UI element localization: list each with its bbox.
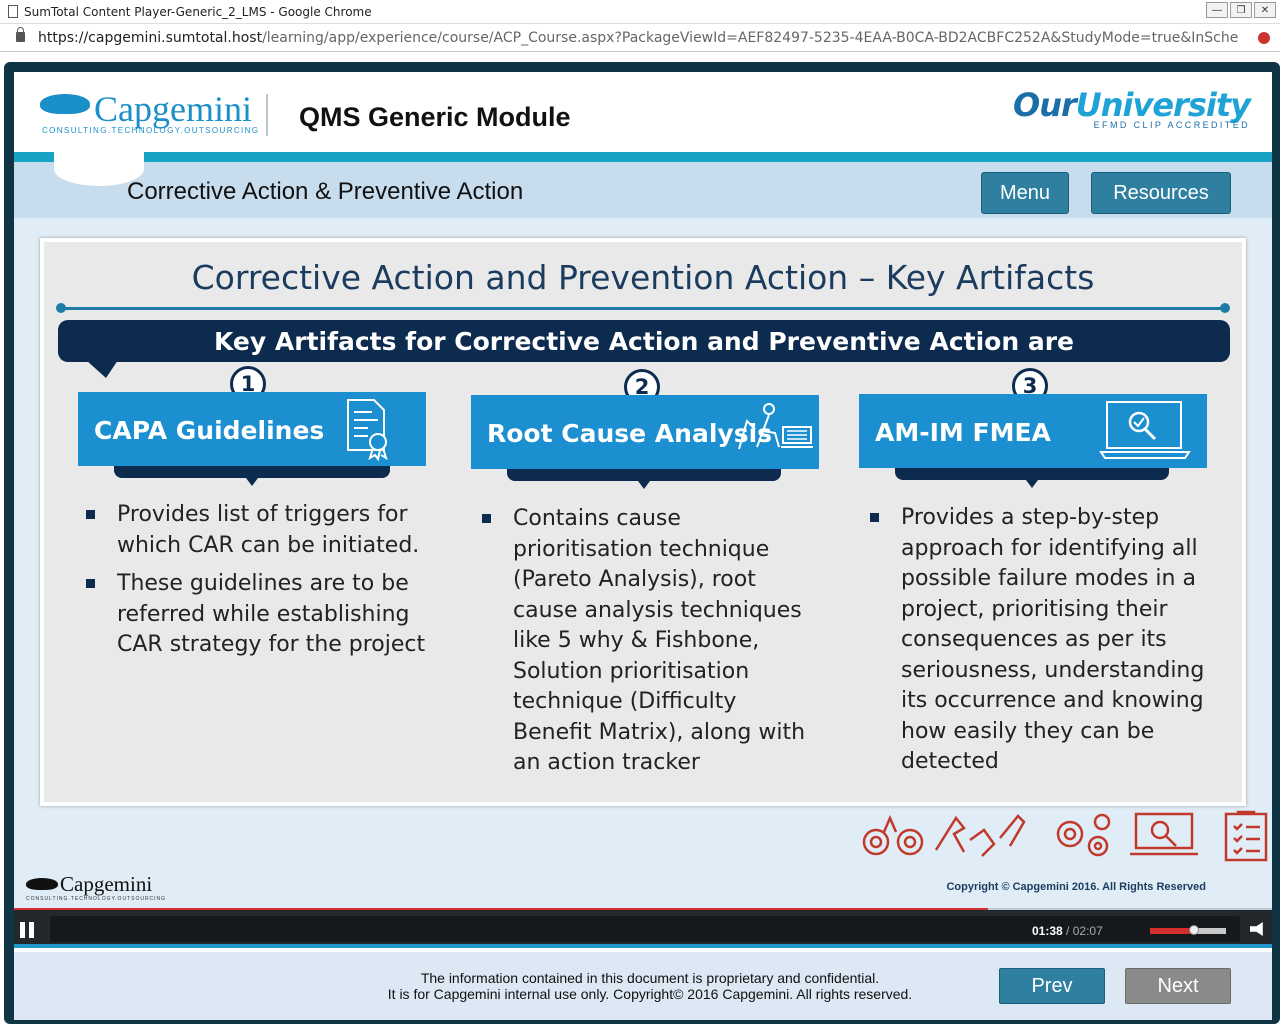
brand-name: Capgemini	[94, 89, 252, 129]
root-cause-analysis-bullets: Contains cause prioritisation technique …	[482, 504, 812, 787]
bullet-item: Provides list of triggers for which CAR …	[86, 500, 426, 561]
logo-word-university: University	[1075, 86, 1251, 124]
media-controls: 01:38 / 02:07	[14, 910, 1272, 948]
window-title: SumTotal Content Player-Generic_2_LMS - …	[24, 5, 372, 19]
extension-icon[interactable]	[1258, 32, 1270, 44]
lock-icon	[16, 27, 25, 42]
section-title: Corrective Action & Preventive Action	[127, 178, 524, 205]
certificate-document-icon	[346, 398, 394, 468]
bullet-item: These guidelines are to be referred whil…	[86, 569, 426, 661]
volume-icon[interactable]	[1250, 922, 1263, 936]
content-player: Capgemini CONSULTING.TECHNOLOGY.OUTSOURC…	[14, 72, 1272, 1020]
capa-guidelines-bullets: Provides list of triggers for which CAR …	[86, 500, 426, 669]
player-header: Capgemini CONSULTING.TECHNOLOGY.OUTSOURC…	[14, 72, 1272, 152]
slide-panel: Corrective Action and Prevention Action …	[40, 238, 1246, 806]
restore-button[interactable]: ❐	[1230, 2, 1252, 18]
url-text[interactable]: https://capgemini.sumtotal.host/learning…	[38, 30, 1238, 46]
volume-fill	[1150, 928, 1195, 934]
slide-title: Corrective Action and Prevention Action …	[191, 258, 1095, 297]
card-underline	[895, 468, 1169, 488]
prev-button[interactable]: Prev	[999, 968, 1105, 1004]
card-underline	[507, 469, 781, 489]
footer-brand-tagline: CONSULTING.TECHNOLOGY.OUTSOURCING	[26, 896, 167, 902]
current-time: 01:38	[1032, 924, 1063, 938]
header-divider	[266, 94, 268, 136]
brand-tagline: CONSULTING.TECHNOLOGY.OUTSOURCING	[42, 126, 260, 135]
window-controls: — ❐ ✕	[1206, 2, 1276, 18]
close-button[interactable]: ✕	[1254, 2, 1276, 18]
browser-titlebar: SumTotal Content Player-Generic_2_LMS - …	[0, 0, 1280, 24]
volume-slider[interactable]	[1150, 925, 1226, 935]
capa-guidelines-heading: CAPA Guidelines	[94, 416, 325, 445]
minimize-button[interactable]: —	[1206, 2, 1228, 18]
tools-illustration	[860, 810, 1272, 867]
capa-guidelines-card: CAPA Guidelines	[78, 392, 426, 486]
analyst-at-desk-icon	[737, 401, 815, 457]
laptop-magnifier-icon	[1099, 400, 1191, 466]
playback-time: 01:38 / 02:07	[1032, 924, 1103, 938]
url-path: /learning/app/experience/course/ACP_Cour…	[262, 30, 1238, 46]
disclaimer-line-1: The information contained in this docume…	[420, 970, 880, 986]
section-bar: Corrective Action & Preventive Action Me…	[14, 152, 1272, 218]
banner-pointer	[86, 360, 118, 378]
page-icon	[8, 5, 18, 18]
logo-word-our: Our	[1012, 86, 1077, 124]
spade-icon	[40, 94, 90, 114]
disclaimer-line-2: It is for Capgemini internal use only. C…	[387, 986, 913, 1002]
bullet-item: Provides a step-by-step approach for ide…	[870, 503, 1210, 778]
slide-copyright: Copyright © Capgemini 2016. All Rights R…	[946, 881, 1206, 893]
footer-brand-name: Capgemini	[60, 872, 153, 896]
next-button[interactable]: Next	[1125, 968, 1231, 1004]
menu-button[interactable]: Menu	[981, 172, 1069, 214]
confidentiality-disclaimer: The information contained in this docume…	[364, 970, 936, 1002]
bottom-bar: The information contained in this docume…	[14, 952, 1272, 1020]
slide-stage: Corrective Action and Prevention Action …	[14, 218, 1272, 912]
module-title: QMS Generic Module	[299, 102, 571, 132]
total-duration: 02:07	[1072, 924, 1103, 938]
spade-icon	[26, 878, 58, 890]
am-im-fmea-bullets: Provides a step-by-step approach for ide…	[870, 503, 1210, 786]
resources-button[interactable]: Resources	[1091, 172, 1231, 214]
am-im-fmea-heading: AM-IM FMEA	[875, 418, 1051, 447]
pause-icon[interactable]	[20, 922, 36, 938]
root-cause-analysis-heading: Root Cause Analysis	[487, 419, 773, 448]
am-im-fmea-card: AM-IM FMEA	[859, 394, 1207, 488]
card-underline	[114, 466, 390, 486]
title-rule	[56, 303, 1230, 313]
artifacts-banner: Key Artifacts for Corrective Action and …	[58, 320, 1230, 362]
volume-knob[interactable]	[1189, 925, 1200, 935]
bullet-item: Contains cause prioritisation technique …	[482, 504, 812, 779]
time-separator: /	[1066, 924, 1070, 938]
root-cause-analysis-card: Root Cause Analysis	[471, 395, 819, 489]
url-host: https://capgemini.sumtotal.host	[38, 30, 263, 46]
our-university-logo: OurUniversity EFMD CLIP ACCREDITED	[1012, 86, 1251, 130]
address-bar[interactable]: https://capgemini.sumtotal.host/learning…	[0, 24, 1280, 52]
